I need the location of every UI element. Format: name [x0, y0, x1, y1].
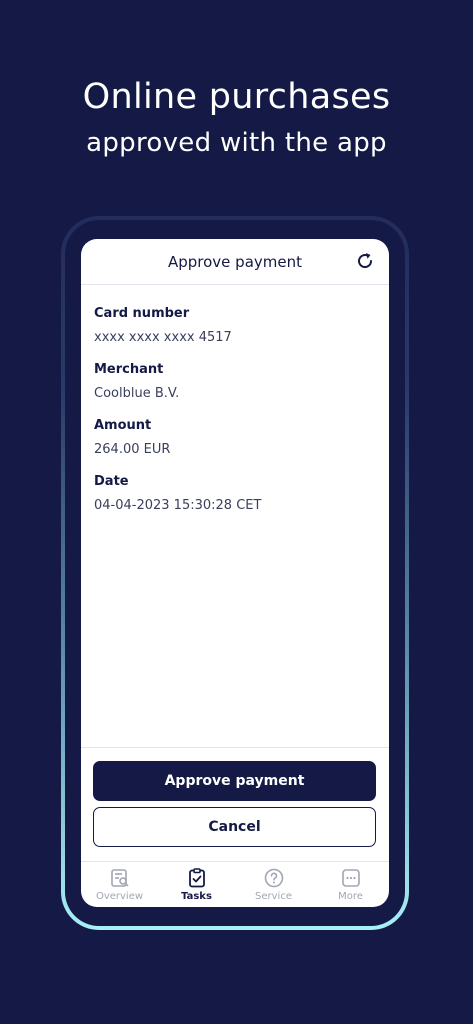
field-merchant: Merchant Coolblue B.V.	[94, 362, 179, 401]
field-label: Date	[94, 474, 129, 489]
divider	[81, 747, 389, 748]
tab-label: More	[338, 891, 363, 902]
tab-more[interactable]: More	[312, 862, 389, 907]
clipboard-check-icon	[188, 868, 205, 888]
field-label: Card number	[94, 306, 190, 321]
promo-subheadline: approved with the app	[86, 128, 387, 158]
overview-icon	[110, 869, 129, 887]
top-bar: Approve payment	[81, 239, 389, 285]
refresh-icon[interactable]	[355, 251, 375, 271]
tab-label: Tasks	[181, 891, 212, 902]
field-value: 04-04-2023 15:30:28 CET	[94, 498, 262, 513]
field-value: 264.00 EUR	[94, 442, 171, 457]
bottom-tab-bar: Overview Tasks Service More	[81, 861, 389, 907]
field-value: xxxx xxxx xxxx 4517	[94, 330, 232, 345]
tab-tasks[interactable]: Tasks	[158, 862, 235, 907]
more-dots-icon	[341, 869, 360, 887]
field-date: Date 04-04-2023 15:30:28 CET	[94, 474, 261, 513]
tab-label: Service	[255, 891, 292, 902]
field-value: Coolblue B.V.	[94, 386, 180, 401]
phone-screen: Approve payment Card number xxxx xxxx xx…	[81, 239, 389, 907]
field-label: Merchant	[94, 362, 164, 377]
screen-title: Approve payment	[167, 253, 302, 271]
question-circle-icon	[264, 868, 283, 888]
tab-overview[interactable]: Overview	[81, 862, 158, 907]
cancel-button[interactable]: Cancel	[93, 807, 376, 847]
field-card-number: Card number xxxx xxxx xxxx 4517	[94, 306, 232, 345]
field-amount: Amount 264.00 EUR	[94, 418, 170, 457]
field-label: Amount	[94, 418, 152, 433]
tab-label: Overview	[95, 891, 144, 902]
promo-headline: Online purchases	[82, 77, 391, 117]
tab-service[interactable]: Service	[235, 862, 312, 907]
approve-payment-button[interactable]: Approve payment	[93, 761, 376, 801]
